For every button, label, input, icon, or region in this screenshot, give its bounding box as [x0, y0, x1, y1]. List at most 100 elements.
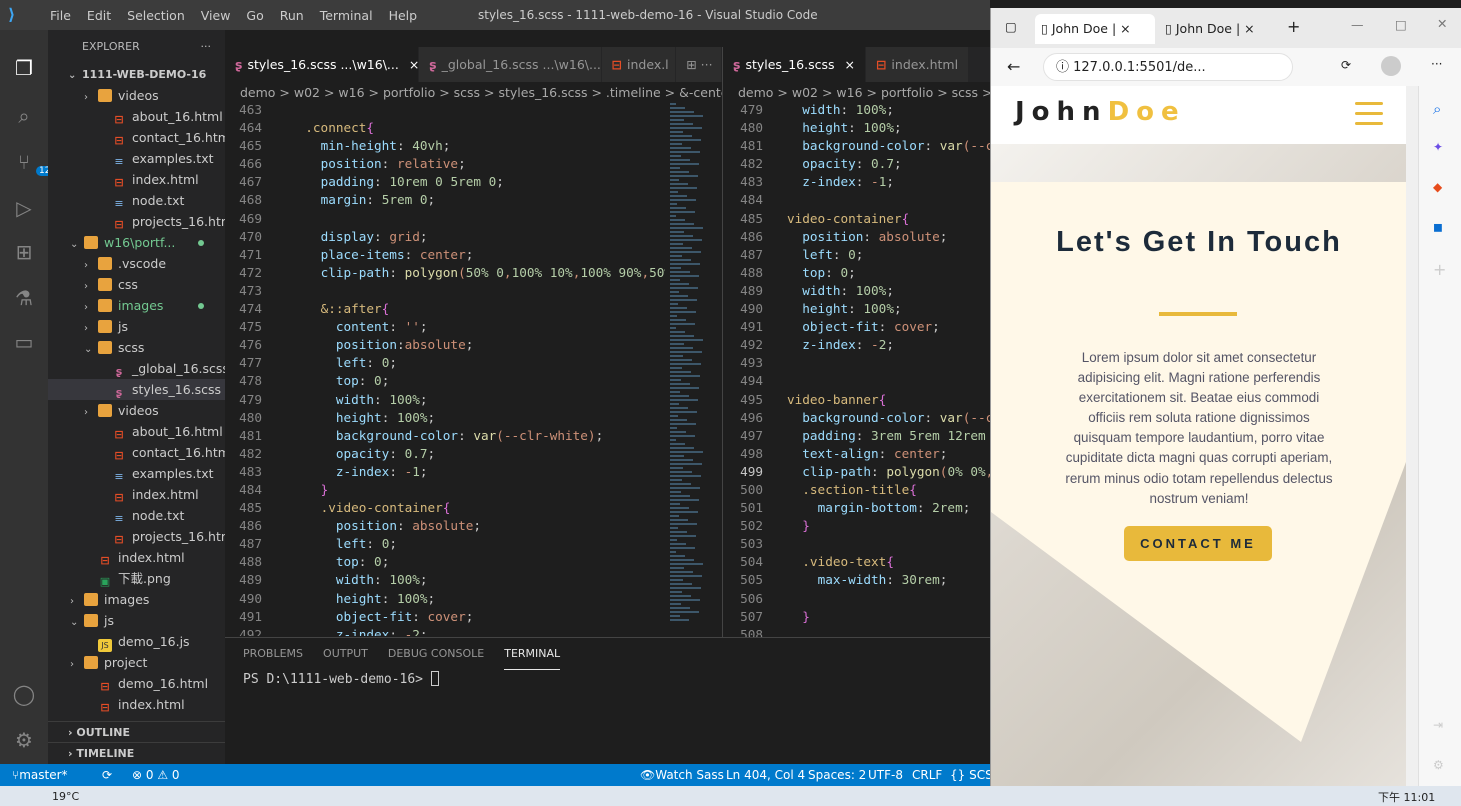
code-line[interactable]: 492 z-index: -2; [225, 626, 665, 636]
panel-tab-debug-console[interactable]: DEBUG CONSOLE [388, 638, 484, 670]
outlook-icon[interactable]: ◼ [1433, 220, 1443, 234]
address-bar[interactable]: ⓘ 127.0.0.1:5501/de... [1043, 53, 1293, 81]
menu-item-file[interactable]: File [42, 8, 79, 23]
site-logo[interactable]: JohnDoe [1015, 97, 1186, 127]
panel-tab-output[interactable]: OUTPUT [323, 638, 368, 670]
code-line[interactable]: 502 } [723, 517, 990, 535]
tree-item[interactable]: ⊟ index.html [48, 484, 225, 505]
browser-tab-1[interactable]: ▯ John Doe | × [1035, 14, 1155, 44]
tree-item[interactable]: ⊟ contact_16.html [48, 127, 233, 148]
source-control-icon[interactable]: ⑂ 12 [12, 150, 54, 176]
search-icon[interactable]: ⌕ [12, 104, 36, 128]
code-line[interactable]: 487 left: 0; [723, 246, 990, 264]
watch-sass-button[interactable]: 👁 Watch Sass [640, 764, 724, 786]
code-line[interactable]: 482 opacity: 0.7; [225, 445, 665, 463]
menu-item-selection[interactable]: Selection [119, 8, 193, 23]
profile-avatar[interactable] [1381, 56, 1401, 76]
account-icon[interactable]: ◯ [12, 682, 36, 706]
workspace-root[interactable]: ⌄ 1111-WEB-DEMO-16 [48, 64, 225, 85]
code-line[interactable]: 468 margin: 5rem 0; [225, 191, 665, 209]
tree-item[interactable]: ⊟ index.html [48, 547, 225, 568]
browser-tab-2[interactable]: ▯ John Doe | × [1159, 14, 1279, 44]
code-line[interactable]: 467 padding: 10rem 0 5rem 0; [225, 173, 665, 191]
code-line[interactable]: 469 [225, 210, 665, 228]
code-line[interactable]: 484 } [225, 481, 665, 499]
weather-temp[interactable]: 19°C [52, 790, 79, 803]
maximize-button[interactable]: □ [1395, 17, 1407, 32]
code-line[interactable]: 477 left: 0; [225, 354, 665, 372]
language-mode[interactable]: {} SCS [950, 764, 993, 786]
code-line[interactable]: 480 height: 100%; [723, 119, 990, 137]
code-line[interactable]: 507 } [723, 608, 990, 626]
timeline-section[interactable]: › TIMELINE [48, 742, 225, 763]
tree-item[interactable]: › js [48, 316, 225, 337]
code-line[interactable]: 503 [723, 535, 990, 553]
tab-actions-icon[interactable]: ▢ [1005, 19, 1017, 34]
tree-item[interactable]: ⊟ contact_16.html [48, 442, 233, 463]
editor-tab[interactable]: ʂ styles_16.scss × [723, 47, 866, 82]
code-line[interactable]: 500 .section-title{ [723, 481, 990, 499]
code-line[interactable]: 490 height: 100%; [225, 590, 665, 608]
hide-sidebar-icon[interactable]: ⇥ [1433, 718, 1443, 732]
code-line[interactable]: 479 width: 100%; [225, 391, 665, 409]
tree-item[interactable]: ⊟ demo_16.html [48, 673, 225, 694]
tree-item[interactable]: ⌄ js [48, 610, 225, 631]
back-button[interactable]: ← [1007, 57, 1020, 76]
code-line[interactable]: 496 background-color: var(--clr [723, 409, 990, 427]
code-line[interactable]: 464 .connect{ [225, 119, 665, 137]
code-line[interactable]: 476 position:absolute; [225, 336, 665, 354]
tree-item[interactable]: › images [48, 295, 225, 316]
tree-item[interactable]: ≡ examples.txt [48, 148, 225, 169]
code-line[interactable]: 498 text-align: center; [723, 445, 990, 463]
code-line[interactable]: 486 position: absolute; [225, 517, 665, 535]
menu-item-help[interactable]: Help [381, 8, 426, 23]
browser-menu-icon[interactable]: ··· [1431, 57, 1442, 71]
code-line[interactable]: 466 position: relative; [225, 155, 665, 173]
tree-item[interactable]: JS demo_16.js [48, 631, 225, 652]
explorer-icon[interactable]: ❐ [12, 56, 36, 80]
contact-me-button[interactable]: CONTACT ME [1124, 526, 1272, 561]
code-line[interactable]: 486 position: absolute; [723, 228, 990, 246]
encoding[interactable]: UTF-8 [868, 764, 903, 786]
add-sidebar-icon[interactable]: + [1433, 260, 1446, 279]
tree-item[interactable]: ⊟ about_16.html [48, 106, 225, 127]
copilot-icon[interactable]: ✦ [1433, 140, 1443, 154]
code-line[interactable]: 495 video-banner{ [723, 391, 990, 409]
code-line[interactable]: 485 video-container{ [723, 210, 990, 228]
tree-item[interactable]: ⌄ w16\portf... [48, 232, 225, 253]
code-line[interactable]: 483 z-index: -1; [225, 463, 665, 481]
editor-tab[interactable]: ⊟ index.l [601, 47, 677, 82]
minimize-button[interactable]: — [1351, 17, 1364, 32]
code-editor-right[interactable]: 479 width: 100%; 480 height: 100%; 481 bac… [723, 101, 990, 646]
menu-item-edit[interactable]: Edit [79, 8, 119, 23]
code-line[interactable]: 472 clip-path: polygon(50% 0,100% 10%,10… [225, 264, 665, 282]
tree-item[interactable]: › css [48, 274, 225, 295]
panel-tab-problems[interactable]: PROBLEMS [243, 638, 303, 670]
menu-item-go[interactable]: Go [238, 8, 271, 23]
code-line[interactable]: 479 width: 100%; [723, 101, 990, 119]
code-line[interactable]: 485 .video-container{ [225, 499, 665, 517]
tree-item[interactable]: ⊟ about_16.html [48, 421, 225, 442]
code-line[interactable]: 471 place-items: center; [225, 246, 665, 264]
code-line[interactable]: 506 [723, 590, 990, 608]
tab-close-icon[interactable]: × [405, 57, 418, 72]
tree-item[interactable]: ≡ node.txt [48, 505, 225, 526]
code-line[interactable]: 465 min-height: 40vh; [225, 137, 665, 155]
tree-item[interactable]: ʂ styles_16.scss [48, 379, 225, 400]
close-button[interactable]: ✕ [1437, 16, 1447, 31]
tree-item[interactable]: ≡ examples.txt [48, 463, 225, 484]
menu-item-view[interactable]: View [193, 8, 239, 23]
code-line[interactable]: 484 [723, 191, 990, 209]
code-line[interactable]: 474 &::after{ [225, 300, 665, 318]
code-line[interactable]: 504 .video-text{ [723, 553, 990, 571]
eol[interactable]: CRLF [912, 764, 942, 786]
indentation[interactable]: Spaces: 2 [808, 764, 866, 786]
code-line[interactable]: 463 [225, 101, 665, 119]
explorer-more-button[interactable]: ··· [201, 30, 212, 64]
tree-item[interactable]: ⊟ projects_16.html [48, 211, 236, 232]
tree-item[interactable]: ⊟ index.html [48, 694, 225, 715]
code-line[interactable]: 499 clip-path: polygon(0% 0%,10 [723, 463, 990, 481]
tree-item[interactable]: › videos [48, 400, 225, 421]
code-line[interactable]: 480 height: 100%; [225, 409, 665, 427]
tree-item[interactable]: ⊟ projects_16.html [48, 526, 236, 547]
